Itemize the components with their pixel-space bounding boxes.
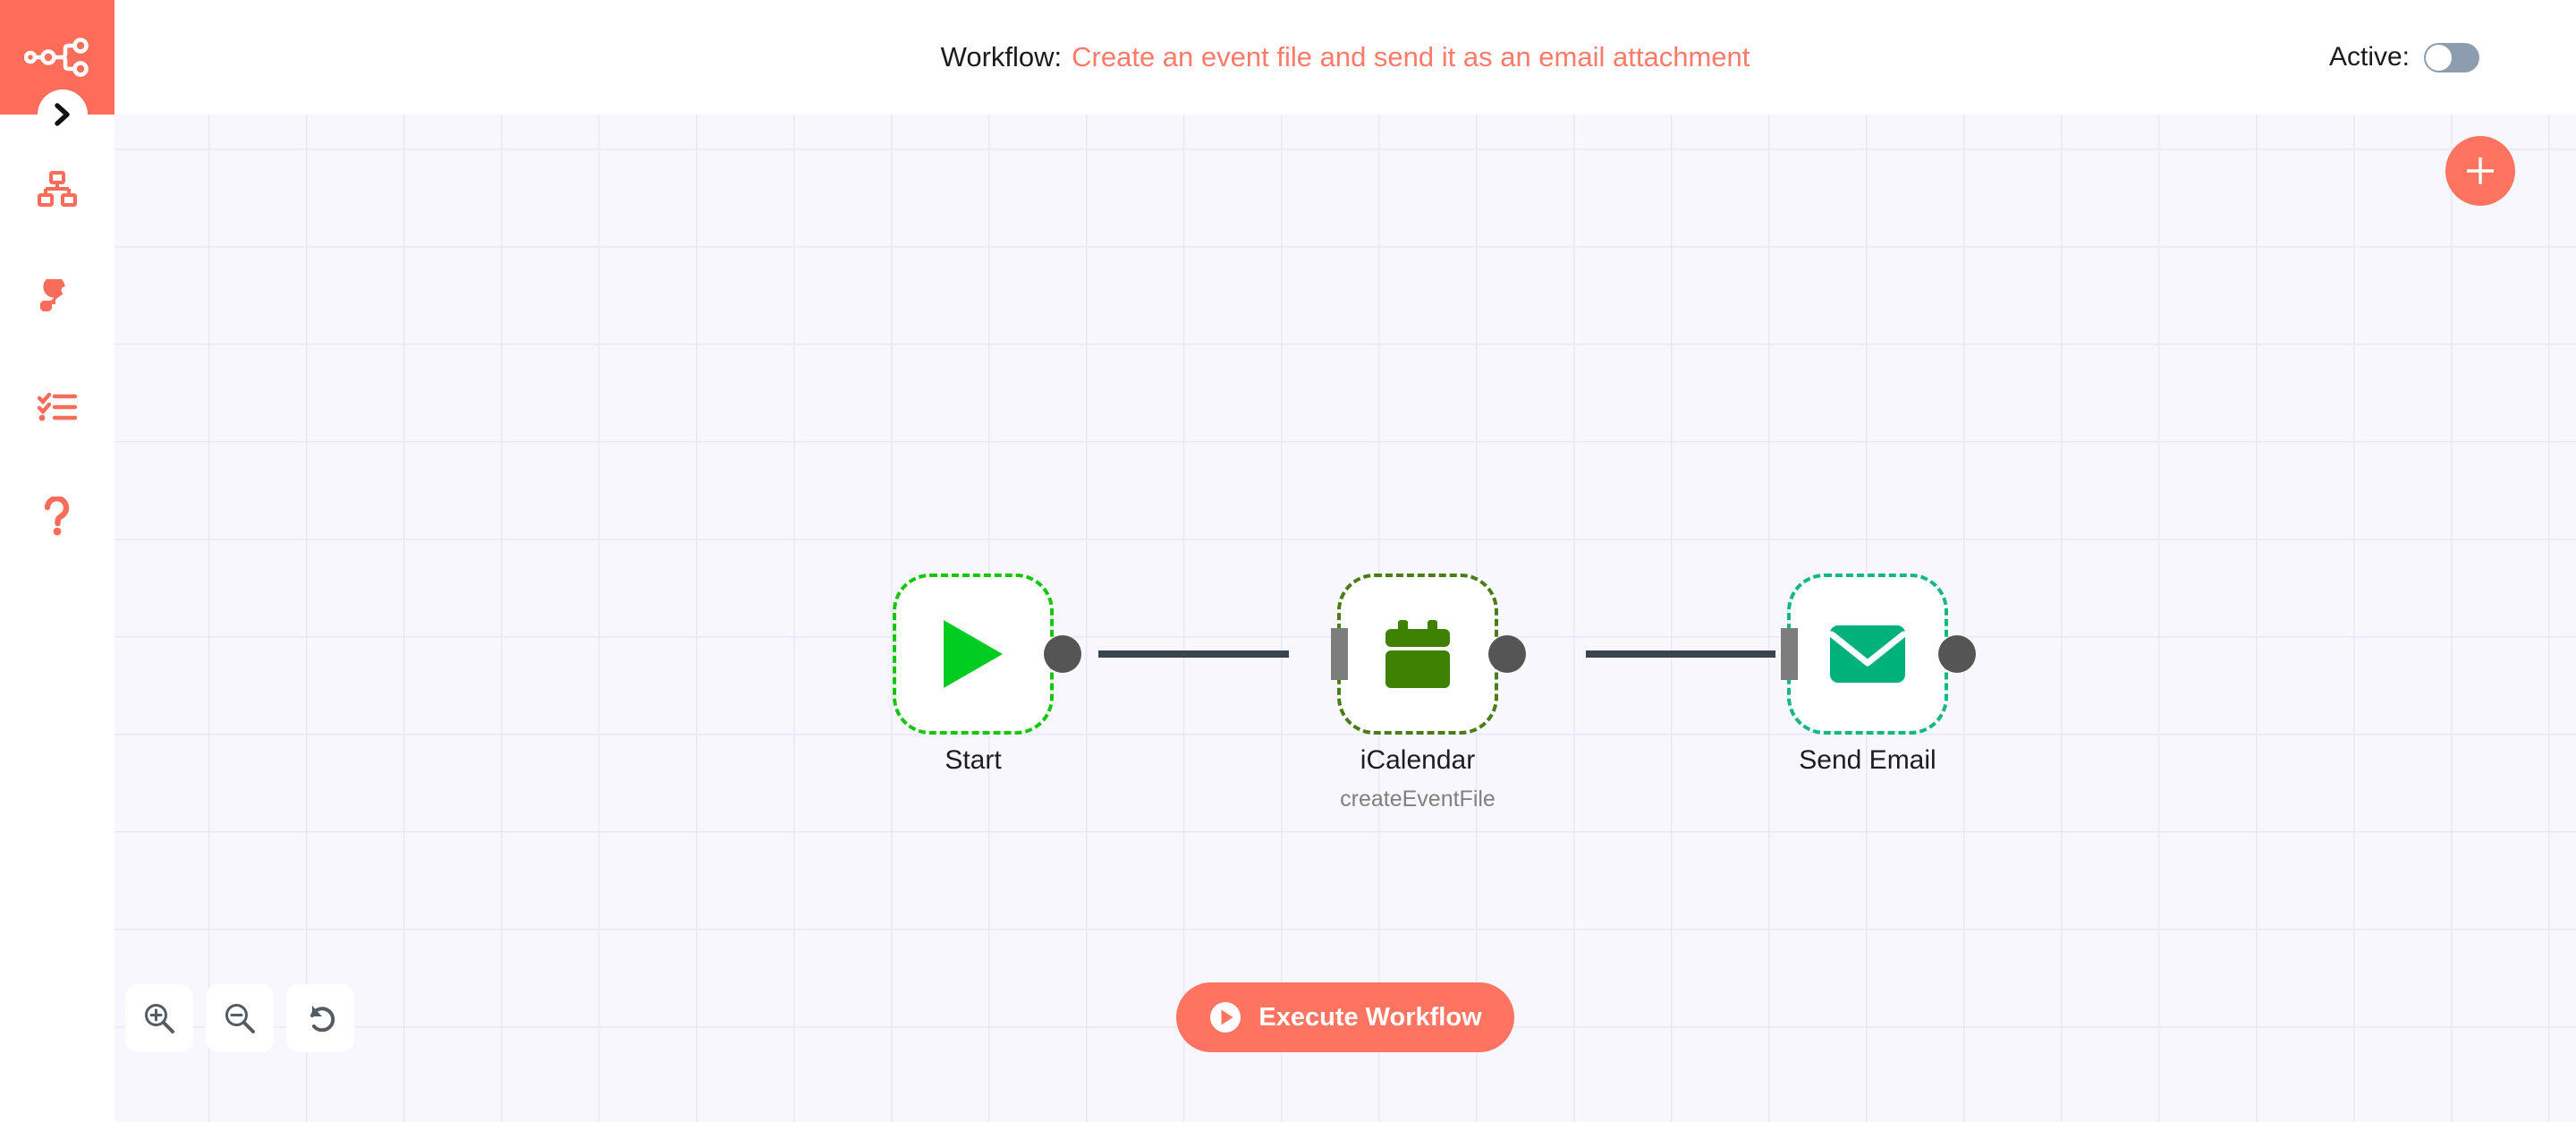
node-start-body[interactable] [893, 574, 1054, 735]
node-icalendar-body[interactable] [1337, 574, 1498, 735]
n8n-workflow-editor: Start iCalendar createEventFile Send Ema… [0, 0, 2576, 1122]
sidebar-expand-button[interactable] [38, 89, 88, 140]
workflow-title: Workflow: Create an event file and send … [114, 0, 2576, 115]
add-node-button[interactable] [2445, 136, 2515, 206]
zoom-controls [125, 984, 354, 1052]
node-icalendar-label: iCalendar [1360, 745, 1476, 775]
question-mark-icon [44, 497, 70, 536]
checklist-icon [38, 392, 77, 421]
workflow-canvas[interactable]: Start iCalendar createEventFile Send Ema… [114, 115, 2576, 1122]
node-icalendar-sublabel: createEventFile [1340, 786, 1496, 812]
execute-workflow-button[interactable]: Execute Workflow [1176, 982, 1514, 1052]
sidebar-item-credentials[interactable] [0, 243, 114, 353]
calendar-icon [1385, 620, 1450, 688]
chevron-right-icon [55, 103, 70, 126]
workflow-name[interactable]: Create an event file and send it as an e… [1072, 41, 1750, 73]
undo-icon [310, 1006, 335, 1033]
node-send-email-input-endpoint[interactable] [1781, 628, 1798, 680]
n8n-logo-icon [24, 38, 89, 77]
node-icalendar-output-endpoint[interactable] [1488, 635, 1526, 673]
top-header: Workflow: Create an event file and send … [114, 0, 2576, 115]
envelope-icon [1828, 625, 1907, 683]
node-start-output-endpoint[interactable] [1044, 635, 1081, 673]
zoom-in-icon [145, 1004, 174, 1033]
node-start-label: Start [945, 745, 1002, 775]
key-icon [40, 279, 69, 311]
workflow-label: Workflow: [940, 41, 1063, 72]
play-circle-icon [1210, 1002, 1241, 1033]
left-sidebar [0, 0, 114, 1122]
active-toggle[interactable] [2424, 42, 2479, 72]
execute-workflow-label: Execute Workflow [1258, 1002, 1482, 1032]
sidebar-items [0, 134, 114, 571]
node-icalendar-input-endpoint[interactable] [1331, 628, 1348, 680]
sidebar-item-executions[interactable] [0, 353, 114, 462]
workflow-active-group: Active: [2329, 0, 2479, 115]
node-send-email-body[interactable] [1787, 574, 1948, 735]
active-toggle-knob [2426, 44, 2452, 71]
node-send-email-output-endpoint[interactable] [1938, 635, 1976, 673]
plus-icon [2467, 157, 2494, 184]
sidebar-item-workflows[interactable] [0, 134, 114, 243]
active-label: Active: [2328, 42, 2410, 72]
node-send-email-label: Send Email [1799, 745, 1936, 775]
play-triangle-icon [944, 620, 1003, 688]
sidebar-item-help[interactable] [0, 462, 114, 571]
zoom-out-button[interactable] [206, 984, 274, 1052]
zoom-in-button[interactable] [125, 984, 193, 1052]
sitemap-icon [38, 171, 77, 207]
zoom-out-icon [225, 1004, 255, 1033]
reset-zoom-button[interactable] [286, 984, 354, 1052]
